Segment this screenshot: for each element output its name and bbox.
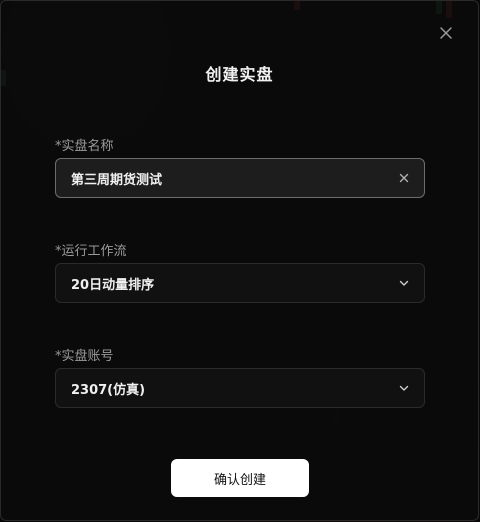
clear-icon[interactable] xyxy=(398,172,410,184)
confirm-create-button[interactable]: 确认创建 xyxy=(171,459,309,497)
chevron-down-icon[interactable] xyxy=(398,277,410,289)
name-field-label: *实盘名称 xyxy=(55,139,114,154)
chevron-down-icon[interactable] xyxy=(398,382,410,394)
close-icon[interactable] xyxy=(438,25,454,41)
workflow-select-value[interactable]: 20日动量排序 xyxy=(71,274,398,293)
workflow-select[interactable]: 20日动量排序 xyxy=(55,263,425,303)
account-select-value[interactable]: 2307(仿真) xyxy=(71,379,398,398)
account-field-label: *实盘账号 xyxy=(55,349,114,364)
account-select[interactable]: 2307(仿真) xyxy=(55,368,425,408)
name-input-value[interactable]: 第三周期货测试 xyxy=(71,169,398,188)
create-live-trading-dialog: 创建实盘 *实盘名称 第三周期货测试 *运行工作流 20日动量排序 *实盘账号 … xyxy=(0,0,479,521)
name-input[interactable]: 第三周期货测试 xyxy=(55,158,425,198)
dialog-title: 创建实盘 xyxy=(205,65,274,84)
workflow-field-label: *运行工作流 xyxy=(55,244,127,259)
